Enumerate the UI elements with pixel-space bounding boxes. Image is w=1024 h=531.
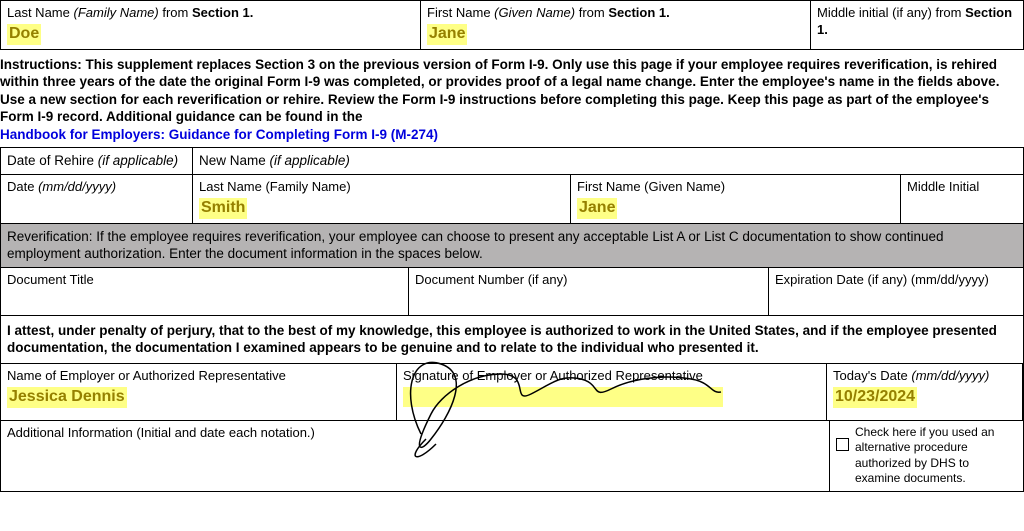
employer-name-cell: Name of Employer or Authorized Represent…: [1, 364, 397, 420]
signature-label: Signature of Employer or Authorized Repr…: [403, 368, 820, 385]
attestation-text: I attest, under penalty of perjury, that…: [0, 316, 1024, 364]
employer-name-label: Name of Employer or Authorized Represent…: [7, 368, 390, 385]
sig-date-label: Today's Date (mm/dd/yyyy): [833, 368, 1016, 385]
additional-info-row: Additional Information (Initial and date…: [0, 421, 1024, 492]
handbook-link[interactable]: Handbook for Employers: Guidance for Com…: [0, 127, 438, 142]
doc-number-label: Document Number (if any): [415, 272, 762, 289]
sig-date-cell: Today's Date (mm/dd/yyyy) 10/23/2024: [827, 364, 1023, 420]
rehire-date-cell: Date (mm/dd/yyyy): [1, 175, 193, 223]
rehire-header-row: Date of Rehire (if applicable) New Name …: [0, 147, 1024, 174]
new-middle-initial-cell: Middle Initial: [901, 175, 1023, 223]
alt-procedure-text: Check here if you used an alternative pr…: [855, 425, 1017, 487]
last-name-cell: Last Name (Family Name) from Section 1. …: [1, 1, 421, 49]
last-name-label: Last Name (Family Name) from Section 1.: [7, 5, 414, 22]
rehire-date-label: Date (mm/dd/yyyy): [7, 179, 186, 196]
doc-exp-cell: Expiration Date (if any) (mm/dd/yyyy): [769, 268, 1023, 315]
instructions-lead: Instructions:: [0, 57, 86, 72]
last-name-value: Doe: [7, 24, 41, 45]
doc-number-cell: Document Number (if any): [409, 268, 769, 315]
alt-procedure-checkbox[interactable]: [836, 438, 849, 451]
signature-highlight: [403, 387, 723, 407]
middle-initial-cell: Middle initial (if any) from Section 1.: [811, 1, 1023, 49]
document-row: Document Title Document Number (if any) …: [0, 268, 1024, 316]
first-name-label: First Name (Given Name) from Section 1.: [427, 5, 804, 22]
doc-title-cell: Document Title: [1, 268, 409, 315]
signature-cell: Signature of Employer or Authorized Repr…: [397, 364, 827, 420]
rehire-data-row: Date (mm/dd/yyyy) Last Name (Family Name…: [0, 174, 1024, 224]
signature-row: Name of Employer or Authorized Represent…: [0, 364, 1024, 421]
section1-name-row: Last Name (Family Name) from Section 1. …: [0, 0, 1024, 50]
date-of-rehire-head: Date of Rehire (if applicable): [1, 148, 193, 174]
instructions-block: Instructions: This supplement replaces S…: [0, 50, 1024, 148]
new-last-name-cell: Last Name (Family Name) Smith: [193, 175, 571, 223]
first-name-value: Jane: [427, 24, 467, 45]
new-last-name-label: Last Name (Family Name): [199, 179, 564, 196]
doc-exp-label: Expiration Date (if any) (mm/dd/yyyy): [775, 272, 1017, 289]
additional-info-label: Additional Information (Initial and date…: [7, 425, 315, 440]
instructions-body: This supplement replaces Section 3 on th…: [0, 57, 999, 125]
employer-name-value: Jessica Dennis: [7, 387, 127, 408]
reverification-note: Reverification: If the employee requires…: [0, 224, 1024, 268]
additional-info-right: Check here if you used an alternative pr…: [829, 421, 1023, 491]
sig-date-value: 10/23/2024: [833, 387, 917, 408]
new-name-head: New Name (if applicable): [193, 148, 1023, 174]
new-middle-initial-label: Middle Initial: [907, 179, 1017, 196]
additional-info-left: Additional Information (Initial and date…: [1, 421, 829, 491]
middle-initial-label: Middle initial (if any) from Section 1.: [817, 5, 1017, 39]
new-last-name-value: Smith: [199, 198, 247, 219]
first-name-cell: First Name (Given Name) from Section 1. …: [421, 1, 811, 49]
doc-title-label: Document Title: [7, 272, 402, 289]
new-first-name-label: First Name (Given Name): [577, 179, 894, 196]
new-first-name-value: Jane: [577, 198, 617, 219]
new-first-name-cell: First Name (Given Name) Jane: [571, 175, 901, 223]
